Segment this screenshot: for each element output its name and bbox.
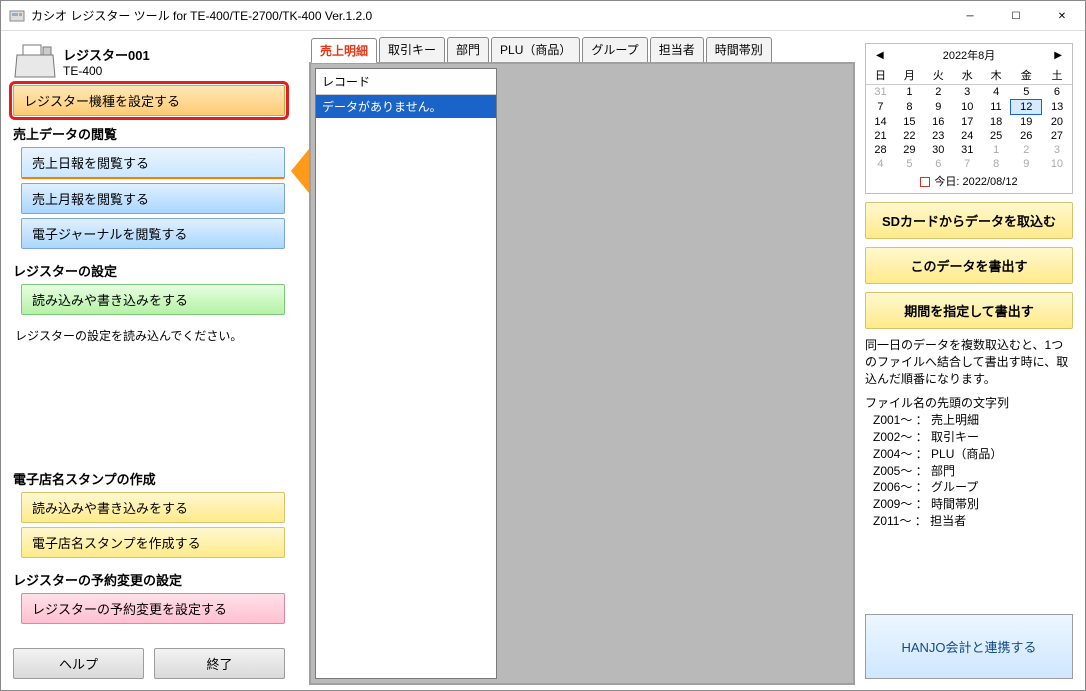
cal-day[interactable]: 16 (924, 115, 953, 130)
tab-5[interactable]: 担当者 (650, 37, 704, 62)
tab-3[interactable]: PLU（商品） (491, 37, 580, 62)
cal-day[interactable]: 28 (866, 143, 895, 157)
monthly-report-button[interactable]: 売上月報を閲覧する (21, 183, 285, 214)
tab-6[interactable]: 時間帯別 (706, 37, 772, 62)
sidebar: レジスター001 TE-400 レジスター機種を設定する 売上データの閲覧 売上… (7, 37, 291, 685)
list-header: レコード (316, 69, 496, 95)
maximize-button[interactable]: ☐ (993, 1, 1039, 31)
cal-day[interactable]: 31 (953, 143, 982, 157)
cal-title: 2022年8月 (943, 47, 996, 63)
cal-day[interactable]: 5 (1011, 85, 1042, 100)
export-this-button[interactable]: このデータを書出す (865, 247, 1073, 284)
cal-day[interactable]: 20 (1042, 115, 1072, 130)
section-reserve: レジスターの予約変更の設定 (13, 570, 285, 589)
app-icon (9, 8, 25, 24)
stamp-create-button[interactable]: 電子店名スタンプを作成する (21, 527, 285, 558)
cal-day[interactable]: 31 (866, 85, 895, 100)
daily-report-button[interactable]: 売上日報を閲覧する (21, 147, 285, 179)
cal-day[interactable]: 22 (895, 129, 924, 143)
cal-day[interactable]: 4 (982, 85, 1011, 100)
tab-bar: 売上明細取引キー部門PLU（商品）グループ担当者時間帯別 (309, 37, 855, 62)
help-button[interactable]: ヘルプ (13, 648, 144, 679)
list-empty-row[interactable]: データがありません。 (316, 95, 496, 118)
record-list[interactable]: レコード データがありません。 (315, 68, 497, 679)
cal-day[interactable]: 26 (1011, 129, 1042, 143)
content-canvas (501, 68, 849, 679)
tab-4[interactable]: グループ (582, 37, 647, 62)
cal-day[interactable]: 17 (953, 115, 982, 130)
cal-day[interactable]: 1 (982, 143, 1011, 157)
register-model: TE-400 (63, 64, 102, 78)
cal-day[interactable]: 5 (895, 157, 924, 171)
register-name: レジスター001 (63, 45, 150, 64)
cal-day[interactable]: 6 (924, 157, 953, 171)
cal-day[interactable]: 8 (982, 157, 1011, 171)
cal-prev-button[interactable]: ◀ (872, 50, 888, 61)
cal-day[interactable]: 8 (895, 100, 924, 115)
stamp-rw-button[interactable]: 読み込みや書き込みをする (21, 492, 285, 523)
exit-button[interactable]: 終了 (154, 648, 285, 679)
minimize-button[interactable]: ─ (947, 1, 993, 31)
cal-day[interactable]: 7 (953, 157, 982, 171)
cal-day[interactable]: 1 (895, 85, 924, 100)
cal-day[interactable]: 9 (924, 100, 953, 115)
cal-day[interactable]: 2 (1011, 143, 1042, 157)
cal-day[interactable]: 29 (895, 143, 924, 157)
cal-day[interactable]: 27 (1042, 129, 1072, 143)
cal-day[interactable]: 9 (1011, 157, 1042, 171)
cal-day[interactable]: 18 (982, 115, 1011, 130)
cal-day[interactable]: 10 (953, 100, 982, 115)
prefix-head: ファイル名の先頭の文字列 (865, 395, 1073, 412)
window-title: カシオ レジスター ツール for TE-400/TE-2700/TK-400 … (31, 7, 372, 24)
cal-day[interactable]: 7 (866, 100, 895, 115)
reserve-button[interactable]: レジスターの予約変更を設定する (21, 593, 285, 624)
read-write-button[interactable]: 読み込みや書き込みをする (21, 284, 285, 315)
settings-note: レジスターの設定を読み込んでください。 (15, 327, 283, 344)
close-button[interactable]: ✕ (1039, 1, 1085, 31)
section-stamp: 電子店名スタンプの作成 (13, 469, 285, 488)
tab-1[interactable]: 取引キー (379, 37, 445, 62)
cal-day[interactable]: 19 (1011, 115, 1042, 130)
cal-day[interactable]: 2 (924, 85, 953, 100)
cal-day[interactable]: 4 (866, 157, 895, 171)
sd-import-button[interactable]: SDカードからデータを取込む (865, 202, 1073, 239)
tab-0[interactable]: 売上明細 (311, 38, 377, 63)
cal-next-button[interactable]: ▶ (1050, 50, 1066, 61)
cal-day[interactable]: 24 (953, 129, 982, 143)
export-period-button[interactable]: 期間を指定して書出す (865, 292, 1073, 329)
calendar: ◀ 2022年8月 ▶ 日月火水木金土311234567891011121314… (865, 43, 1073, 194)
cal-day[interactable]: 14 (866, 115, 895, 130)
cal-day[interactable]: 3 (1042, 143, 1072, 157)
cal-day[interactable]: 30 (924, 143, 953, 157)
section-sales-browse: 売上データの閲覧 (13, 124, 285, 143)
cal-day[interactable]: 15 (895, 115, 924, 130)
cal-day[interactable]: 25 (982, 129, 1011, 143)
cal-day[interactable]: 13 (1042, 100, 1072, 115)
set-model-button[interactable]: レジスター機種を設定する (13, 85, 285, 116)
register-icon (13, 41, 57, 81)
hanjo-link-button[interactable]: HANJO会計と連携する (865, 614, 1073, 679)
cal-today-link[interactable]: 今日: 2022/08/12 (866, 171, 1072, 193)
ejournal-button[interactable]: 電子ジャーナルを閲覧する (21, 218, 285, 249)
export-info: 同一日のデータを複数取込むと、1つのファイルへ結合して書出す時に、取込んだ順番に… (865, 337, 1073, 387)
tab-2[interactable]: 部門 (447, 37, 489, 62)
title-bar: カシオ レジスター ツール for TE-400/TE-2700/TK-400 … (1, 1, 1085, 31)
cal-day[interactable]: 3 (953, 85, 982, 100)
cal-day[interactable]: 23 (924, 129, 953, 143)
cal-day[interactable]: 12 (1011, 100, 1042, 115)
cal-day[interactable]: 10 (1042, 157, 1072, 171)
section-reg-settings: レジスターの設定 (13, 261, 285, 280)
cal-day[interactable]: 6 (1042, 85, 1072, 100)
prefix-list: Z001～ ： 売上明細Z002～ ： 取引キーZ004～ ： PLU（商品）Z… (865, 412, 1073, 530)
pointer-arrow-icon (291, 149, 309, 193)
cal-day[interactable]: 21 (866, 129, 895, 143)
cal-day[interactable]: 11 (982, 100, 1011, 115)
